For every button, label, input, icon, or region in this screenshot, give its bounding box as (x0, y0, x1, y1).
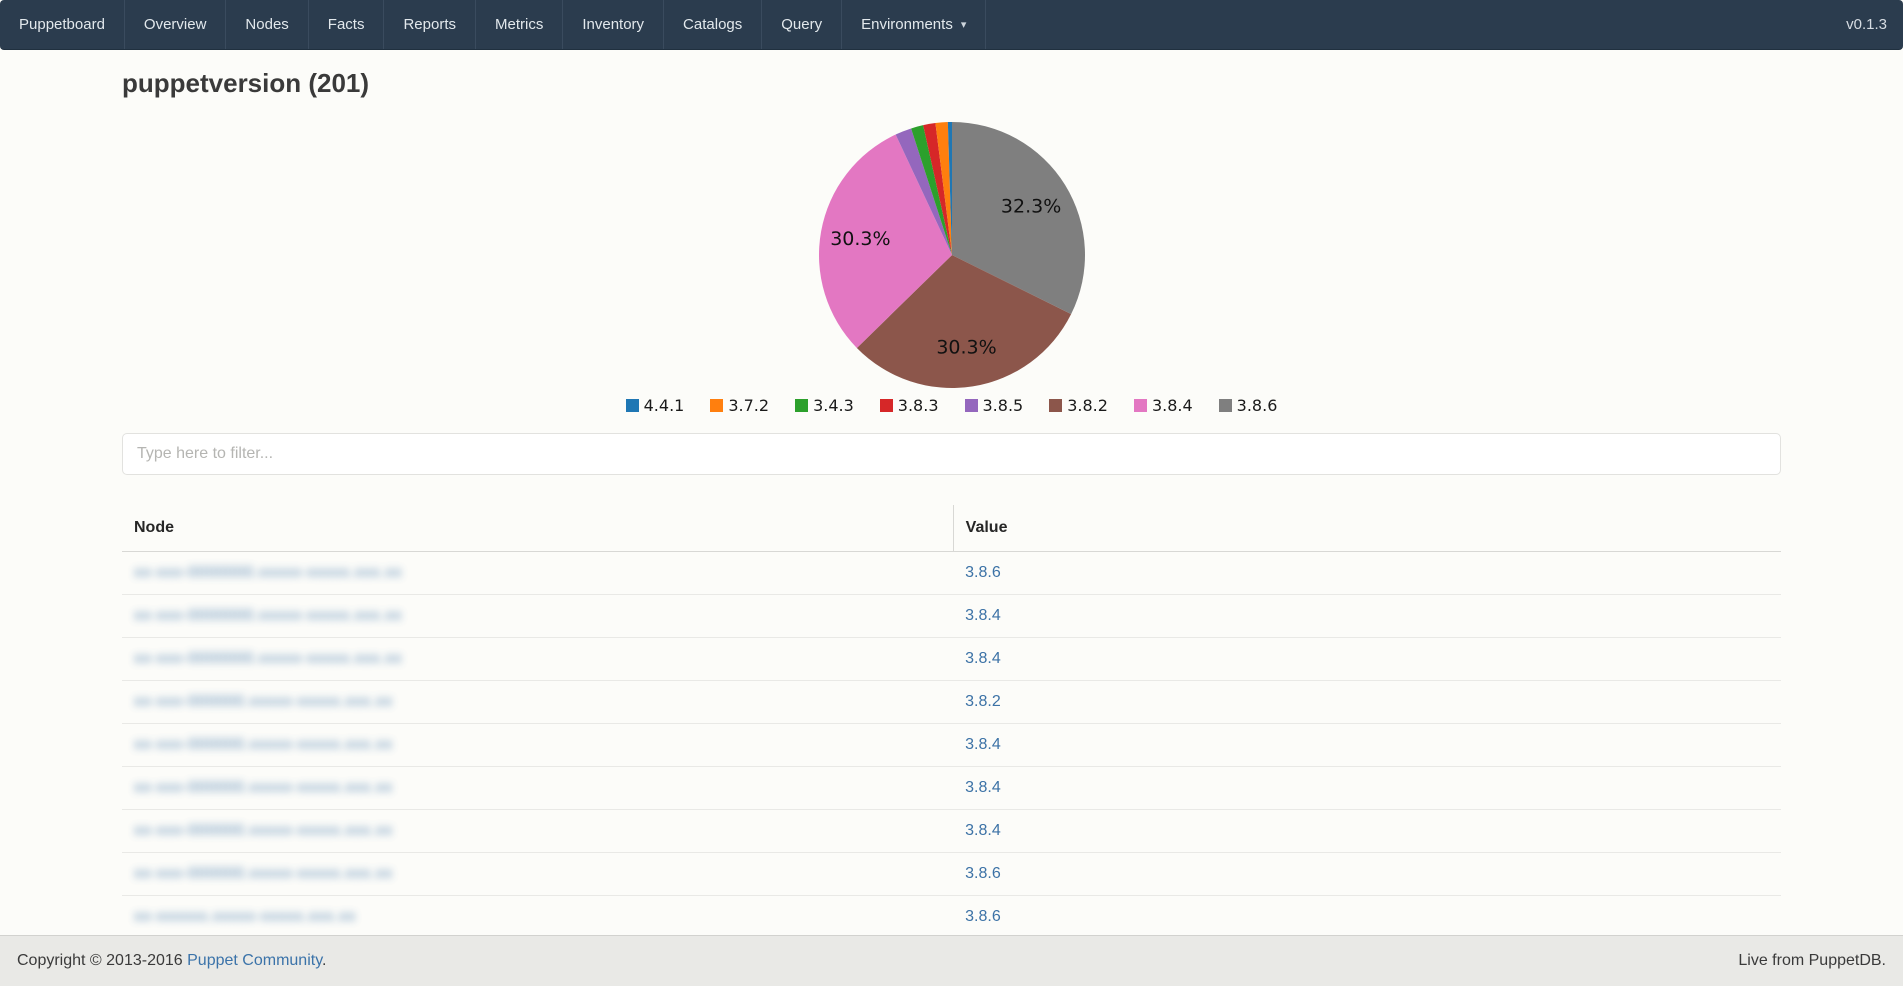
nav-item-facts[interactable]: Facts (309, 0, 385, 49)
legend-swatch (880, 399, 893, 412)
legend-item-3.8.3: 3.8.3 (880, 396, 939, 415)
legend-item-3.8.4: 3.8.4 (1134, 396, 1193, 415)
nav-item-label: Facts (328, 16, 365, 33)
nav-item-label: Environments (861, 16, 953, 33)
pie-chart-svg: 32.3% 30.3% 30.3% (812, 115, 1092, 395)
node-link[interactable]: xx-xxx-0000000.xxxxx-xxxxx.xxx.xx (134, 607, 402, 624)
legend-item-3.8.5: 3.8.5 (965, 396, 1024, 415)
legend-label: 3.7.2 (728, 396, 769, 415)
legend-label: 3.4.3 (813, 396, 854, 415)
live-status: Live from PuppetDB. (1738, 952, 1886, 970)
table-row: xx-xxx-000000.xxxxx-xxxxx.xxx.xx 3.8.2 (122, 681, 1781, 724)
nav-item-nodes[interactable]: Nodes (226, 0, 308, 49)
node-link[interactable]: xx-xxxxxx.xxxxx-xxxxx.xxx.xx (134, 908, 356, 925)
node-link[interactable]: xx-xxx-000000.xxxxx-xxxxx.xxx.xx (134, 822, 393, 839)
table-header-row: Node Value (122, 505, 1781, 552)
value-link[interactable]: 3.8.4 (965, 650, 1001, 667)
value-link[interactable]: 3.8.4 (965, 822, 1001, 839)
table-row: xx-xxx-0000000.xxxxx-xxxxx.xxx.xx 3.8.4 (122, 638, 1781, 681)
legend-label: 3.8.3 (898, 396, 939, 415)
nav-item-label: Inventory (582, 16, 644, 33)
value-link[interactable]: 3.8.4 (965, 736, 1001, 753)
legend-swatch (626, 399, 639, 412)
value-link[interactable]: 3.8.6 (965, 564, 1001, 581)
facts-table: Node Value xx-xxx-0000000.xxxxx-xxxxx.xx… (122, 505, 1781, 935)
node-link[interactable]: xx-xxx-0000000.xxxxx-xxxxx.xxx.xx (134, 650, 402, 667)
nav-item-label: Nodes (245, 16, 288, 33)
legend-item-4.4.1: 4.4.1 (626, 396, 685, 415)
nav-item-label: Overview (144, 16, 207, 33)
column-header-value: Value (953, 505, 1781, 552)
legend-item-3.8.6: 3.8.6 (1219, 396, 1278, 415)
nav-item-catalogs[interactable]: Catalogs (664, 0, 762, 49)
nav-item-label: Metrics (495, 16, 543, 33)
page-title: puppetversion (201) (122, 66, 1781, 100)
legend-swatch (1219, 399, 1232, 412)
table-row: xx-xxxxxx.xxxxx-xxxxx.xxx.xx 3.8.6 (122, 896, 1781, 936)
version-label: v0.1.3 (1830, 0, 1903, 49)
table-row: xx-xxx-0000000.xxxxx-xxxxx.xxx.xx 3.8.6 (122, 552, 1781, 595)
nav-item-reports[interactable]: Reports (384, 0, 476, 49)
footer: Copyright © 2013-2016 Puppet Community. … (0, 935, 1903, 986)
nav-item-overview[interactable]: Overview (125, 0, 227, 49)
pie-slice-label: 30.3% (830, 228, 890, 250)
puppet-community-link[interactable]: Puppet Community (187, 952, 322, 969)
nav-item-label: Catalogs (683, 16, 742, 33)
legend-item-3.8.2: 3.8.2 (1049, 396, 1108, 415)
main-content: puppetversion (201) 32.3% 30.3% 30.3% 4.4.… (0, 50, 1903, 935)
node-link[interactable]: xx-xxx-000000.xxxxx-xxxxx.xxx.xx (134, 865, 393, 882)
navbar: Puppetboard Overview Nodes Facts Reports Metr… (0, 0, 1903, 50)
pie-slice-label: 32.3% (1000, 196, 1060, 218)
node-link[interactable]: xx-xxx-000000.xxxxx-xxxxx.xxx.xx (134, 693, 393, 710)
nav-item-puppetboard[interactable]: Puppetboard (0, 0, 125, 49)
copyright-suffix: . (322, 952, 326, 969)
nav-item-label: Reports (403, 16, 456, 33)
legend-swatch (1134, 399, 1147, 412)
legend-label: 3.8.4 (1152, 396, 1193, 415)
column-header-node: Node (122, 505, 953, 552)
legend-label: 3.8.6 (1237, 396, 1278, 415)
pie-chart: 32.3% 30.3% 30.3% 4.4.1 3.7.2 3.4.3 3.8.3 3.8.… (122, 115, 1781, 415)
node-link[interactable]: xx-xxx-000000.xxxxx-xxxxx.xxx.xx (134, 779, 393, 796)
chart-legend: 4.4.1 3.7.2 3.4.3 3.8.3 3.8.5 3.8.2 3.8.4 3.8.6 (613, 395, 1291, 415)
legend-label: 3.8.2 (1067, 396, 1108, 415)
nav-item-environments[interactable]: Environments ▾ (842, 0, 986, 49)
legend-label: 4.4.1 (644, 396, 685, 415)
copyright-prefix: Copyright © 2013-2016 (17, 952, 187, 969)
navbar-items: Puppetboard Overview Nodes Facts Reports Metr… (0, 0, 986, 49)
value-link[interactable]: 3.8.6 (965, 908, 1001, 925)
nav-item-label: Query (781, 16, 822, 33)
legend-item-3.7.2: 3.7.2 (710, 396, 769, 415)
copyright-text: Copyright © 2013-2016 Puppet Community. (17, 952, 326, 970)
caret-down-icon: ▾ (961, 18, 967, 31)
node-link[interactable]: xx-xxx-000000.xxxxx-xxxxx.xxx.xx (134, 736, 393, 753)
legend-item-3.4.3: 3.4.3 (795, 396, 854, 415)
nav-item-label: Puppetboard (19, 16, 105, 33)
table-row: xx-xxx-000000.xxxxx-xxxxx.xxx.xx 3.8.4 (122, 767, 1781, 810)
value-link[interactable]: 3.8.2 (965, 693, 1001, 710)
nav-item-metrics[interactable]: Metrics (476, 0, 563, 49)
table-row: xx-xxx-0000000.xxxxx-xxxxx.xxx.xx 3.8.4 (122, 595, 1781, 638)
legend-swatch (965, 399, 978, 412)
pie-slice-label: 30.3% (936, 337, 996, 359)
filter-input[interactable] (122, 433, 1781, 475)
nav-item-query[interactable]: Query (762, 0, 842, 49)
value-link[interactable]: 3.8.6 (965, 865, 1001, 882)
legend-swatch (710, 399, 723, 412)
value-link[interactable]: 3.8.4 (965, 779, 1001, 796)
legend-swatch (795, 399, 808, 412)
table-row: xx-xxx-000000.xxxxx-xxxxx.xxx.xx 3.8.6 (122, 853, 1781, 896)
legend-label: 3.8.5 (983, 396, 1024, 415)
table-row: xx-xxx-000000.xxxxx-xxxxx.xxx.xx 3.8.4 (122, 724, 1781, 767)
legend-swatch (1049, 399, 1062, 412)
node-link[interactable]: xx-xxx-0000000.xxxxx-xxxxx.xxx.xx (134, 564, 402, 581)
nav-item-inventory[interactable]: Inventory (563, 0, 664, 49)
table-row: xx-xxx-000000.xxxxx-xxxxx.xxx.xx 3.8.4 (122, 810, 1781, 853)
value-link[interactable]: 3.8.4 (965, 607, 1001, 624)
